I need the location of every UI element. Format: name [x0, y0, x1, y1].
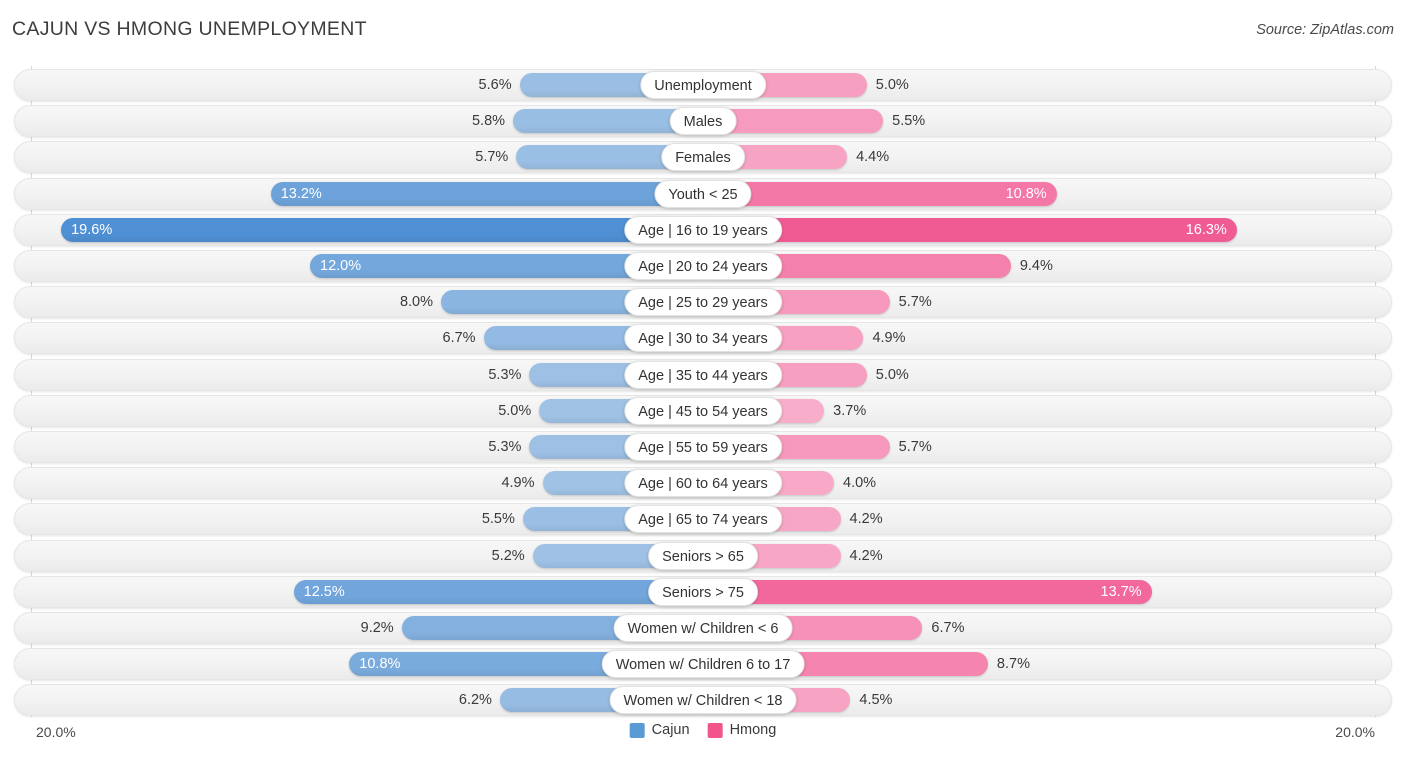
legend-swatch-icon: [707, 722, 723, 738]
chart-row: 12.0% 9.4% Age | 20 to 24 years: [14, 250, 1392, 282]
chart-legend: Cajun Hmong: [629, 722, 777, 738]
chart-row: 6.2% 4.5% Women w/ Children < 18: [14, 684, 1392, 717]
chart-row: 5.0% 3.7% Age | 45 to 54 years: [14, 394, 1392, 427]
category-label: Youth < 25: [654, 179, 752, 208]
category-label: Age | 60 to 64 years: [624, 469, 782, 498]
chart-row: 19.6% 16.3% Age | 16 to 19 years: [14, 213, 1392, 246]
value-label-cajun: 19.6%: [71, 221, 113, 238]
source-attribution: Source: ZipAtlas.com: [1256, 22, 1394, 38]
legend-item[interactable]: Hmong: [707, 722, 777, 738]
chart-row: 5.8% 5.5% Males: [14, 105, 1392, 138]
chart-row: 5.3% 5.0% Age | 35 to 44 years: [14, 358, 1392, 391]
category-label: Age | 35 to 44 years: [624, 360, 782, 389]
value-label-hmong: 5.0%: [875, 77, 909, 93]
category-label: Age | 16 to 19 years: [624, 215, 782, 244]
page-title: CAJUN VS HMONG UNEMPLOYMENT: [12, 18, 367, 40]
value-label-hmong: 4.5%: [859, 692, 893, 709]
value-label-hmong: 5.7%: [898, 439, 932, 455]
value-label-cajun: 4.9%: [501, 475, 535, 492]
chart-page: CAJUN VS HMONG UNEMPLOYMENT Source: ZipA…: [0, 0, 1406, 757]
value-label-cajun: 5.8%: [471, 113, 506, 130]
legend-label: Cajun: [651, 722, 690, 738]
value-label-cajun: 13.2%: [280, 185, 322, 202]
legend-label: Hmong: [729, 722, 777, 738]
value-label-cajun: 6.2%: [458, 692, 492, 709]
value-label-cajun: 5.0%: [498, 402, 532, 419]
value-label-cajun: 5.5%: [481, 511, 515, 528]
value-label-hmong: 4.4%: [856, 149, 890, 166]
value-label-hmong: 4.0%: [843, 475, 877, 492]
category-label: Age | 65 to 74 years: [624, 505, 782, 534]
category-label: Seniors > 75: [648, 577, 758, 606]
chart-row: 6.7% 4.9% Age | 30 to 34 years: [14, 322, 1392, 355]
value-label-hmong: 3.7%: [833, 402, 867, 419]
category-label: Age | 55 to 59 years: [624, 433, 782, 461]
value-label-cajun: 12.0%: [320, 258, 362, 274]
value-label-cajun: 10.8%: [359, 656, 401, 673]
category-label: Unemployment: [640, 71, 766, 99]
chart-row: 13.2% 10.8% Youth < 25: [14, 177, 1392, 210]
chart-row: 12.5% 13.7% Seniors > 75: [14, 575, 1392, 608]
value-label-cajun: 12.5%: [303, 583, 345, 600]
category-label: Women w/ Children < 18: [609, 686, 797, 715]
chart-row: 5.7% 4.4% Females: [14, 141, 1392, 174]
axis-label-right: 20.0%: [1335, 724, 1375, 740]
chart-row: 8.0% 5.7% Age | 25 to 29 years: [14, 286, 1392, 319]
axis-label-left: 20.0%: [36, 724, 76, 740]
category-label: Females: [661, 143, 745, 172]
chart-row: 4.9% 4.0% Age | 60 to 64 years: [14, 467, 1392, 500]
value-label-cajun: 9.2%: [360, 620, 394, 636]
value-label-hmong: 5.5%: [892, 113, 926, 130]
chart-row: 5.5% 4.2% Age | 65 to 74 years: [14, 503, 1392, 536]
value-label-hmong: 13.7%: [1100, 583, 1142, 600]
value-label-hmong: 8.7%: [996, 656, 1030, 673]
legend-item[interactable]: Cajun: [629, 722, 690, 738]
category-label: Males: [669, 107, 737, 136]
value-label-cajun: 5.3%: [488, 366, 522, 383]
category-label: Women w/ Children < 6: [613, 614, 793, 642]
legend-swatch-icon: [629, 722, 645, 738]
category-label: Age | 45 to 54 years: [624, 396, 782, 425]
value-label-hmong: 10.8%: [1005, 185, 1047, 202]
value-label-hmong: 4.9%: [872, 330, 906, 347]
value-label-hmong: 4.2%: [849, 547, 883, 564]
chart-row: 5.6% 5.0% Unemployment: [14, 69, 1392, 101]
chart-row: 10.8% 8.7% Women w/ Children 6 to 17: [14, 648, 1392, 681]
value-label-hmong: 9.4%: [1019, 258, 1053, 274]
value-label-hmong: 16.3%: [1185, 221, 1227, 238]
value-label-hmong: 4.2%: [849, 511, 883, 528]
category-label: Age | 30 to 34 years: [624, 324, 782, 353]
value-label-cajun: 6.7%: [442, 330, 476, 347]
category-label: Women w/ Children 6 to 17: [601, 650, 805, 679]
value-label-cajun: 5.3%: [488, 439, 522, 455]
value-label-cajun: 5.2%: [491, 547, 525, 564]
category-label: Age | 20 to 24 years: [624, 252, 782, 280]
value-label-cajun: 5.7%: [475, 149, 509, 166]
value-label-hmong: 6.7%: [931, 620, 965, 636]
category-label: Seniors > 65: [648, 541, 758, 570]
category-label: Age | 25 to 29 years: [624, 288, 782, 317]
value-label-cajun: 5.6%: [478, 77, 512, 93]
value-label-hmong: 5.7%: [898, 294, 932, 311]
chart-row: 5.2% 4.2% Seniors > 65: [14, 539, 1392, 572]
value-label-hmong: 5.0%: [875, 366, 909, 383]
chart-row: 9.2% 6.7% Women w/ Children < 6: [14, 612, 1392, 644]
diverging-bar-chart: 5.6% 5.0% Unemployment 5.8% 5.5% Males 5.7% 4.4…: [0, 66, 1406, 718]
chart-row: 5.3% 5.7% Age | 55 to 59 years: [14, 431, 1392, 463]
value-label-cajun: 8.0%: [399, 294, 433, 311]
